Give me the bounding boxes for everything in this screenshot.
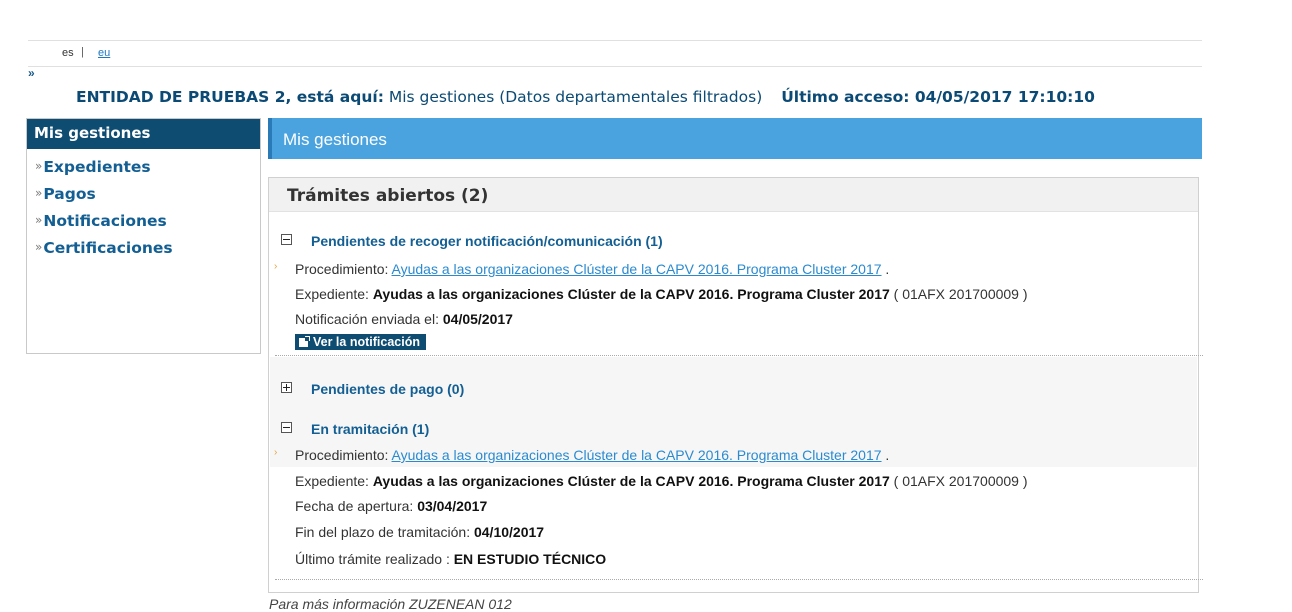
section-divider <box>275 579 1203 580</box>
language-bar: es | eu <box>28 40 1202 67</box>
sidebar: Mis gestiones »Expedientes »Pagos »Notif… <box>26 118 261 354</box>
sent-date: 04/05/2017 <box>442 311 513 327</box>
sidebar-item-label: Notificaciones <box>43 212 167 230</box>
sidebar-bullet: » <box>35 159 43 173</box>
sidebar-title: Mis gestiones <box>27 119 260 149</box>
expediente-code: ( 01AFX 201700009 ) <box>893 473 1028 489</box>
sidebar-bullet: » <box>35 213 43 227</box>
expediente-value: Ayudas a las organizaciones Clúster de l… <box>372 473 890 489</box>
last-step-label: Último trámite realizado : <box>295 551 450 567</box>
lang-es: es <box>62 47 74 59</box>
tram-procedure-line: › Procedimiento: Ayudas a las organizaci… <box>274 447 890 463</box>
lang-separator: | <box>81 46 84 58</box>
notif-procedure-line: › Procedimiento: Ayudas a las organizaci… <box>274 261 890 277</box>
section-processing-header[interactable]: En tramitación (1) <box>281 421 429 437</box>
sidebar-menu: »Expedientes »Pagos »Notificaciones »Cer… <box>27 157 260 265</box>
sidebar-item-label: Certificaciones <box>43 239 173 257</box>
sidebar-item-label: Pagos <box>43 185 96 203</box>
section-divider <box>275 355 1203 356</box>
procedure-period: . <box>885 261 890 277</box>
section-payments-header[interactable]: Pendientes de pago (0) <box>281 381 464 397</box>
entity-name: ENTIDAD DE PRUEBAS 2, está aquí: <box>76 88 384 106</box>
last-step-value: EN ESTUDIO TÉCNICO <box>453 551 607 567</box>
section-payments-title: Pendientes de pago (0) <box>311 381 465 397</box>
expediente-label: Expediente: <box>295 286 369 302</box>
main-title: Mis gestiones <box>283 130 387 149</box>
open-date: 03/04/2017 <box>417 498 488 514</box>
sent-label: Notificación enviada el: <box>295 311 439 327</box>
top-divider <box>266 0 346 4</box>
last-access: Último acceso: 04/05/2017 17:10:10 <box>781 88 1095 106</box>
open-window-icon <box>299 336 310 347</box>
notif-expediente-line: Expediente: Ayudas a las organizaciones … <box>295 286 1028 302</box>
section-notifications-header[interactable]: Pendientes de recoger notificación/comun… <box>281 233 663 249</box>
section-notifications-title: Pendientes de recoger notificación/comun… <box>311 233 663 249</box>
sidebar-item-pagos[interactable]: »Pagos <box>27 184 260 211</box>
end-date: 04/10/2017 <box>473 524 545 540</box>
tram-last-step-line: Último trámite realizado : EN ESTUDIO TÉ… <box>295 551 606 567</box>
open-procedures-panel: Trámites abiertos (2) Pendientes de reco… <box>268 177 1203 593</box>
tram-end-date-line: Fin del plazo de tramitación: 04/10/2017 <box>295 524 544 540</box>
sidebar-item-certificaciones[interactable]: »Certificaciones <box>27 238 260 265</box>
collapse-icon[interactable] <box>281 234 292 245</box>
expediente-label: Expediente: <box>295 473 369 489</box>
current-location: Mis gestiones (Datos departamentales fil… <box>388 88 763 106</box>
view-notification-label: Ver la notificación <box>313 335 420 349</box>
open-date-label: Fecha de apertura: <box>295 498 414 514</box>
lang-eu-link[interactable]: eu <box>98 47 110 59</box>
bullet-arrow-icon: › <box>274 447 278 458</box>
panel-title: Trámites abiertos (2) <box>287 186 489 206</box>
expand-icon[interactable] <box>281 382 292 393</box>
sidebar-bullet: » <box>35 240 43 254</box>
tram-expediente-line: Expediente: Ayudas a las organizaciones … <box>295 473 1028 489</box>
collapse-icon[interactable] <box>281 422 292 433</box>
procedure-label: Procedimiento: <box>295 447 389 463</box>
expediente-value: Ayudas a las organizaciones Clúster de l… <box>372 286 890 302</box>
section-processing-title: En tramitación (1) <box>311 421 430 437</box>
sidebar-bullet: » <box>35 186 43 200</box>
footer-info: Para más información ZUZENEAN 012 <box>269 596 512 612</box>
end-date-label: Fin del plazo de tramitación: <box>295 524 471 540</box>
view-notification-button[interactable]: Ver la notificación <box>295 334 426 350</box>
tram-open-date-line: Fecha de apertura: 03/04/2017 <box>295 498 487 514</box>
main-title-bar: Mis gestiones <box>268 118 1202 159</box>
sidebar-item-expedientes[interactable]: »Expedientes <box>27 157 260 184</box>
expediente-code: ( 01AFX 201700009 ) <box>893 286 1028 302</box>
user-location-line: ENTIDAD DE PRUEBAS 2, está aquí: Mis ges… <box>76 88 1095 106</box>
procedure-label: Procedimiento: <box>295 261 389 277</box>
sidebar-item-label: Expedientes <box>43 158 151 176</box>
procedure-period: . <box>885 447 890 463</box>
bullet-arrow-icon: › <box>274 261 278 272</box>
procedure-link[interactable]: Ayudas a las organizaciones Clúster de l… <box>392 447 882 463</box>
notif-sent-line: Notificación enviada el: 04/05/2017 <box>295 311 513 327</box>
breadcrumb-marker: » <box>28 66 35 80</box>
sidebar-item-notificaciones[interactable]: »Notificaciones <box>27 211 260 238</box>
procedure-link[interactable]: Ayudas a las organizaciones Clúster de l… <box>392 261 882 277</box>
panel-header: Trámites abiertos (2) <box>269 178 1198 212</box>
